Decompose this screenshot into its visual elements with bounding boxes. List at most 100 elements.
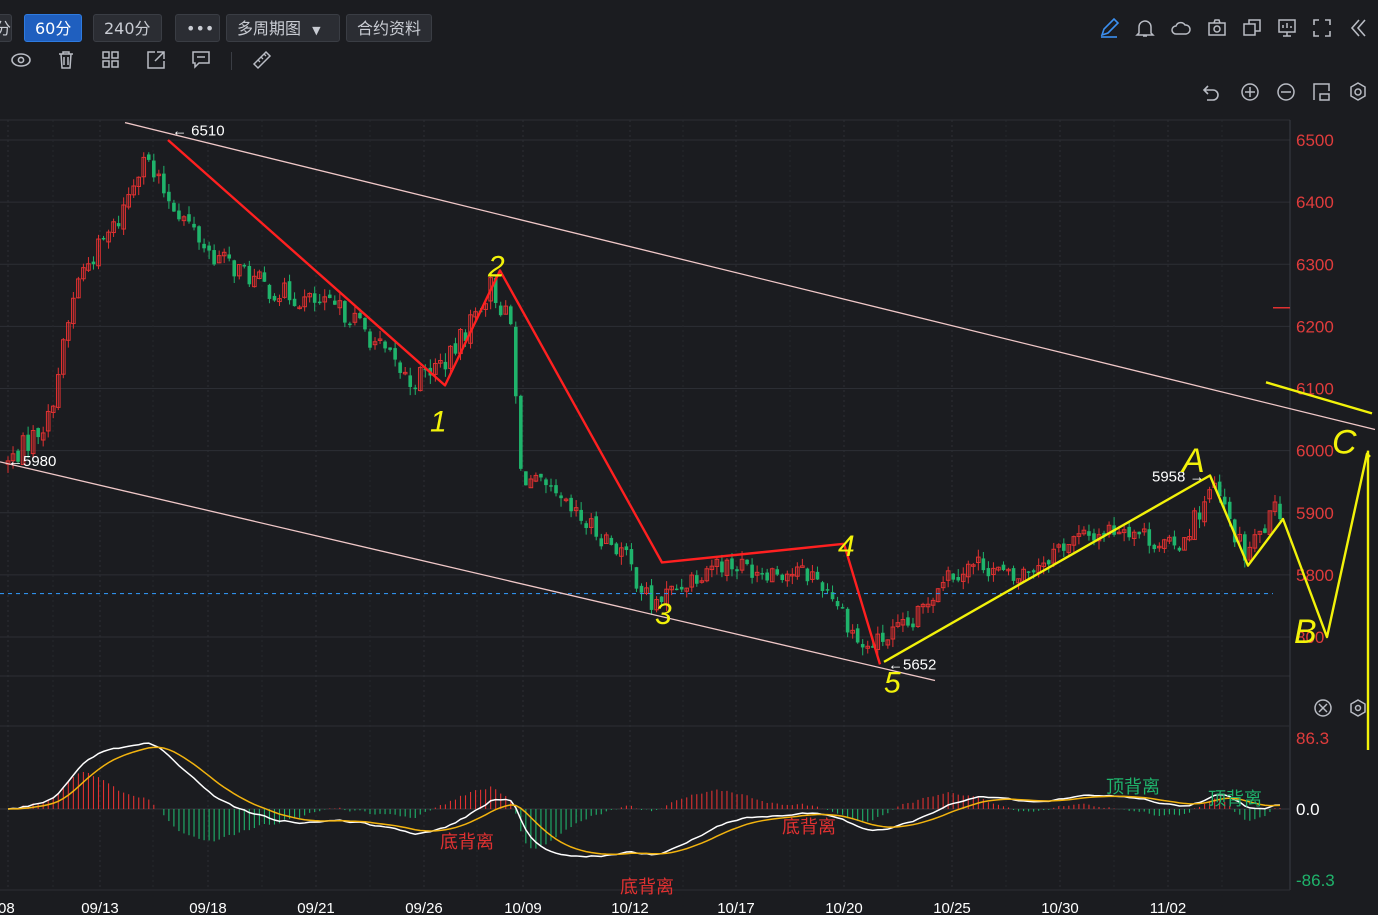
candle-body-down [363,318,367,330]
price-tick-label: 6500 [1296,131,1334,150]
time-tick-label: 10/12 [611,900,649,915]
camera-icon[interactable] [1205,17,1229,41]
candle-body-down [805,568,810,582]
price-tick-label: 6200 [1296,317,1334,336]
candle-body-down [262,272,267,282]
fullscreen-icon[interactable] [1310,17,1334,41]
candle-body-down [227,254,232,259]
time-tick-label: 09/21 [297,900,335,915]
candle-body-down [1026,571,1031,573]
wave-label-3: 3 [655,598,672,631]
candle-body-down [815,571,820,580]
time-tick-label: 10/09 [504,900,542,915]
candle-body-down [1263,528,1267,533]
channel-lower-line [0,461,936,682]
trash-icon[interactable] [54,49,78,73]
time-tick-label: 11/02 [1150,900,1186,915]
time-tick-label: 10/30 [1041,900,1079,915]
candle-body-down [835,601,840,607]
candle-body-down [393,348,397,360]
macd-tick-label: 86.3 [1296,729,1329,748]
contract-info-button[interactable]: 合约资料 [346,14,433,42]
settings-icon[interactable] [1350,699,1366,717]
candle-body-down [192,223,196,228]
multi-period-dropdown[interactable]: 多周期图 ▼ [226,14,340,42]
candle-body-down [453,343,458,354]
macd-dif-line [7,742,1281,858]
candle-body-down [1046,560,1051,565]
candle-body-down [443,361,448,370]
candle-body-down [639,585,644,593]
candle-body-down [332,300,337,305]
candle-body-down [1031,570,1036,573]
comment-icon[interactable] [189,49,213,73]
candle-body-down [694,575,699,584]
candle-body-down [348,323,352,326]
candle-body-down [519,395,523,469]
candle-body-down [1152,544,1157,550]
copy-icon[interactable] [1240,17,1264,41]
wave-label-4: 4 [838,530,855,563]
candle-body-down [267,284,272,299]
candle-body-up [800,565,805,568]
candle-body-down [624,546,629,551]
candle-body-down [674,588,679,591]
candle-body-down [388,347,392,350]
candle-body-down [730,558,734,570]
candle-body-down [775,569,780,575]
candle-body-down [569,497,573,512]
cloud-icon[interactable] [1169,17,1193,41]
tab-240min[interactable]: 240分 [93,14,162,42]
candle-body-down [845,608,850,633]
tab-60min[interactable]: 60分 [24,14,83,42]
more-button[interactable]: ••• [175,14,220,42]
candle-body-down [152,160,156,178]
wave-label-A: A [1180,442,1205,480]
candle-body-down [1127,526,1131,538]
settings-icon-core [1354,88,1362,96]
candle-body-down [368,331,372,348]
candle-body-down [760,573,764,575]
candle-body-down [358,313,362,319]
kline-chart[interactable]: 6500640063006200610060005900580080008 09/… [0,80,1378,915]
wave-label-C: C [1332,423,1357,461]
candle-body-down [986,568,991,577]
undo-icon[interactable] [1202,85,1219,101]
window-icon[interactable] [1313,83,1330,101]
pen-icon[interactable] [1097,17,1121,41]
candle-body-down [906,617,910,626]
chevron-down-icon: ▼ [312,24,321,37]
candle-body-down [881,632,885,642]
layout-grid-icon[interactable] [99,49,123,73]
candle-body-down [498,305,503,316]
divergence-label: 顶背离 [1208,789,1262,809]
divider [231,52,232,70]
ruler-icon[interactable] [250,49,274,73]
candle-body-down [202,243,206,249]
candle-body-down [513,326,518,397]
candle-body-down [398,362,402,373]
divergence-label: 底背离 [440,832,494,852]
settings-icon[interactable] [1350,82,1366,101]
candle-body-down [1177,547,1182,551]
candle-body-down [1087,531,1091,536]
price-tick-label: 6400 [1296,193,1334,212]
candle-body-down [232,260,237,277]
candle-body-down [1001,564,1006,571]
candle-body-down [634,567,639,589]
eye-icon[interactable] [9,49,33,73]
divergence-label: 顶背离 [1106,777,1160,797]
bell-icon[interactable] [1133,17,1157,41]
candle-body-down [539,473,543,478]
export-icon[interactable] [144,49,168,73]
candle-body-down [956,576,961,581]
time-tick-label: 10/20 [825,900,863,915]
candle-body-down [312,293,317,303]
time-tick-label: 10/17 [717,900,755,915]
candle-body-down [1222,496,1227,505]
collapse-icon[interactable] [1346,17,1370,41]
partial-tab[interactable]: 分 [0,14,12,42]
monitor-icon[interactable] [1275,17,1299,41]
candle-body-down [981,558,986,571]
price-tick-label: 6000 [1296,442,1334,461]
